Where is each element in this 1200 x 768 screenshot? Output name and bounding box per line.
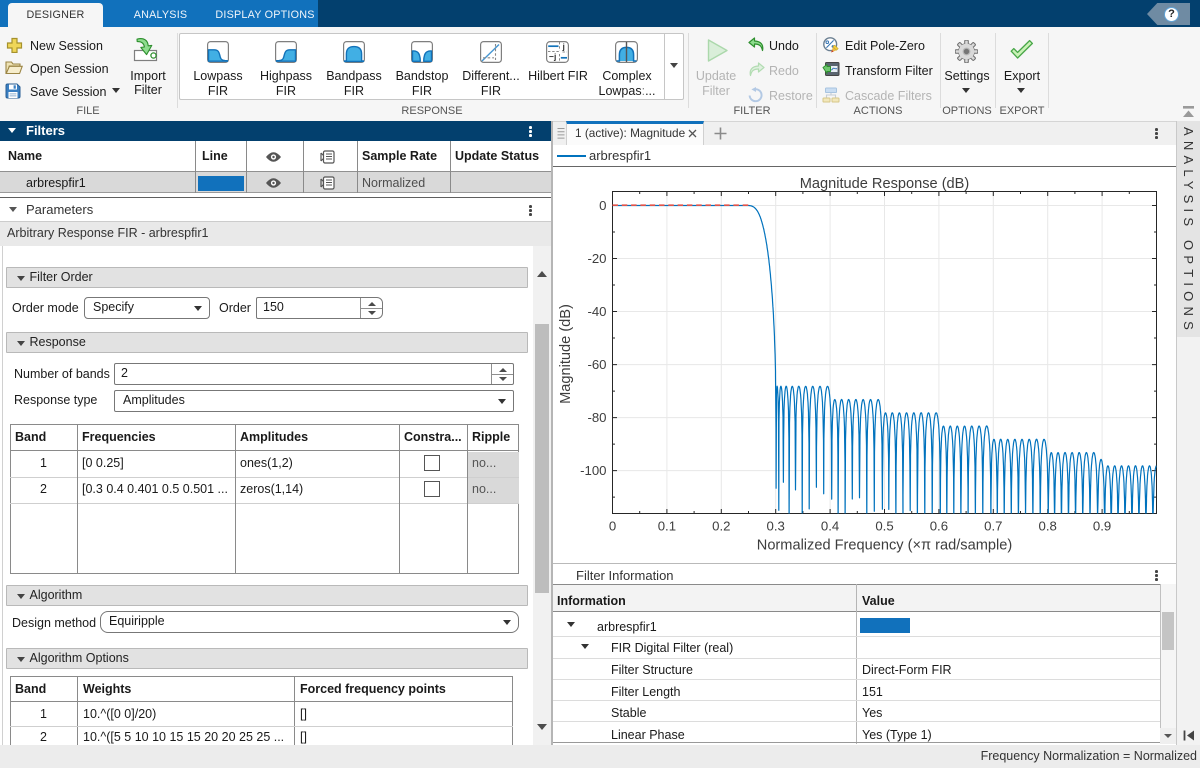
svg-text:0.2: 0.2	[712, 519, 730, 534]
svg-text:0: 0	[599, 198, 606, 213]
svg-text:0.4: 0.4	[821, 519, 839, 534]
svg-text:−j: −j	[549, 51, 556, 61]
svg-text:-40: -40	[587, 304, 606, 319]
svg-text:Magnitude (dB): Magnitude (dB)	[558, 304, 574, 404]
svg-text:0.6: 0.6	[930, 519, 948, 534]
svg-text:0.3: 0.3	[767, 519, 785, 534]
svg-text:0.7: 0.7	[984, 519, 1002, 534]
svg-text:Magnitude Response (dB): Magnitude Response (dB)	[800, 176, 970, 192]
svg-text:-60: -60	[587, 357, 606, 372]
svg-text:0: 0	[609, 519, 616, 534]
svg-text:0.1: 0.1	[658, 519, 676, 534]
svg-text:-80: -80	[587, 410, 606, 425]
svg-text:0.5: 0.5	[875, 519, 893, 534]
svg-text:j: j	[562, 42, 565, 52]
svg-text:-20: -20	[587, 251, 606, 266]
svg-text:0.8: 0.8	[1039, 519, 1057, 534]
svg-text:-100: -100	[580, 463, 606, 478]
svg-text:0.9: 0.9	[1093, 519, 1111, 534]
svg-text:Normalized Frequency (×π rad/s: Normalized Frequency (×π rad/sample)	[757, 538, 1012, 554]
